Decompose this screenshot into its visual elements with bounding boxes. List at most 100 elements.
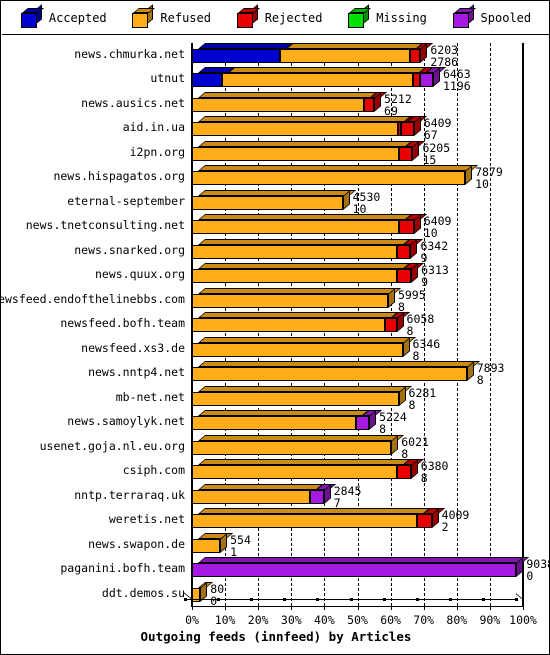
bar-segment-refused <box>192 220 399 235</box>
bar-row[interactable]: eternal-september 4530 10 <box>2 189 549 216</box>
bar-segment-spooled <box>419 73 433 88</box>
x-tick <box>357 606 359 610</box>
bar-segment-top <box>198 214 413 221</box>
bar-row[interactable]: news.swapon.de 554 1 <box>2 532 549 557</box>
bar-segment-top <box>198 312 398 319</box>
y-axis-label: news.swapon.de <box>88 536 185 551</box>
x-tick <box>258 606 260 610</box>
chart-legend: Accepted Refused Rejected Missing Spooled <box>2 2 549 35</box>
bar-side-face <box>516 557 524 578</box>
bar-row[interactable]: news.ausics.net 5212 69 <box>2 91 549 118</box>
bar-row[interactable]: aid.in.ua 6409 67 <box>2 116 549 142</box>
bar-segment-top <box>198 459 410 466</box>
x-tick-back <box>481 598 485 601</box>
x-tick-back <box>415 598 419 601</box>
bar-segment-refused <box>280 49 411 63</box>
x-tick-label: 60% <box>380 613 401 627</box>
bar-row[interactable]: news.snarked.org 6342 9 <box>2 238 549 264</box>
bar-segment-top <box>286 43 424 49</box>
x-tick <box>390 606 392 610</box>
bar-row[interactable]: newsfeed.xs3.de 6346 8 <box>2 336 549 363</box>
y-axis-label: aid.in.ua <box>122 120 185 135</box>
y-axis-label: eternal-september <box>67 193 185 208</box>
bar-value-labels: 6313 9 <box>421 265 449 289</box>
bar-row[interactable]: news.nntp4.net 7893 8 <box>2 361 549 387</box>
legend-item-rejected[interactable]: Rejected <box>236 3 323 28</box>
bar-row[interactable]: weretis.net 4009 2 <box>2 508 549 533</box>
legend-swatch-icon <box>20 3 44 28</box>
x-tick <box>489 606 491 610</box>
bar-value-labels: 6058 8 <box>407 314 435 338</box>
bar-segment-accepted <box>192 73 222 88</box>
bar-row[interactable]: newsfeed.endofthelinebbs.com 5995 8 <box>0 287 549 313</box>
x-tick-label: 100% <box>509 613 537 627</box>
bar-row[interactable]: mb-net.net 6281 8 <box>2 385 549 412</box>
bar-segment-refused <box>192 171 466 186</box>
x-tick-back <box>283 598 287 601</box>
y-axis-label: news.samoylyk.net <box>67 414 185 429</box>
x-tick-label: 0% <box>185 613 199 627</box>
bar-row[interactable]: ddt.demos.su 80 0 <box>2 581 549 606</box>
y-axis-label: news.tnetconsulting.net <box>25 218 185 233</box>
x-tick <box>324 606 326 610</box>
bar-value-labels: 6281 8 <box>409 387 437 412</box>
y-axis-label: news.snarked.org <box>74 242 185 257</box>
y-axis-label: news.ausics.net <box>81 95 185 110</box>
bar-value-labels: 4530 10 <box>353 191 381 216</box>
bar-segment-refused <box>192 293 388 308</box>
legend-item-refused[interactable]: Refused <box>132 3 211 28</box>
x-tick-label: 30% <box>280 613 302 627</box>
bar-row[interactable]: paganini.bofh.team 90380 <box>2 557 549 582</box>
legend-item-accepted[interactable]: Accepted <box>20 3 107 28</box>
bar-row[interactable]: utnut 6463 1196 <box>2 67 549 92</box>
bar-value-labels: 7893 8 <box>477 362 505 387</box>
bar-row[interactable]: news.chmurka.net 6203 2786 <box>2 43 549 68</box>
bar-segment-top <box>198 189 356 196</box>
bar-value-labels: 6346 8 <box>413 338 441 363</box>
legend-item-spooled[interactable]: Spooled <box>452 3 532 28</box>
x-tick-label: 80% <box>446 613 468 627</box>
bar-segment-refused <box>192 440 392 455</box>
bar-segment-top <box>198 140 413 147</box>
bar-segment-rejected <box>417 514 432 529</box>
bar-segment-rejected <box>397 244 411 259</box>
legend-label: Spooled <box>480 11 532 25</box>
bar-row[interactable]: i2pn.org 6205 15 <box>2 140 549 167</box>
x-tick-label: 10% <box>214 613 236 627</box>
x-tick-label: 20% <box>247 613 269 627</box>
bar-row[interactable]: news.tnetconsulting.net 6409 10 <box>2 214 549 239</box>
bar-segment-rejected <box>398 220 414 235</box>
bar-value-labels: 2845 7 <box>334 485 362 510</box>
bar-row[interactable]: usenet.goja.nl.eu.org 6021 8 <box>2 434 549 459</box>
bar-row[interactable]: nntp.terraraq.uk 2845 7 <box>2 483 549 510</box>
bar-segment-spooled <box>355 416 370 431</box>
x-tick-back <box>382 598 386 601</box>
bar-row[interactable]: news.quux.org 6313 9 <box>2 263 549 289</box>
legend-label: Rejected <box>264 11 323 25</box>
bar-row[interactable]: news.hispagatos.org 7879 10 <box>2 165 549 190</box>
bar-row[interactable]: newsfeed.bofh.team 6058 8 <box>2 312 549 338</box>
legend-item-missing[interactable]: Missing <box>348 3 427 28</box>
legend-label: Refused <box>160 11 211 25</box>
y-axis-label: csiph.com <box>122 463 185 478</box>
bar-row[interactable]: csiph.com 6380 8 <box>2 459 549 484</box>
bar-segment-refused <box>192 97 365 112</box>
bar-value-labels: 6205 15 <box>422 142 450 167</box>
y-axis-label: newsfeed.endofthelinebbs.com <box>0 291 185 306</box>
bar-segment-top <box>198 43 294 49</box>
bar-row[interactable]: news.samoylyk.net 5224 8 <box>2 410 549 435</box>
bar-segment-refused <box>192 416 356 431</box>
y-axis-label: newsfeed.bofh.team <box>60 316 185 331</box>
bar-value-labels: 5212 69 <box>384 93 412 118</box>
bar-segment-top <box>198 165 479 172</box>
bar-segment-top <box>198 287 402 294</box>
bar-segment-top <box>227 67 427 74</box>
bar-value-labels: 6409 67 <box>424 118 452 142</box>
bar-segment-top <box>198 238 411 245</box>
y-axis-label: news.quux.org <box>94 267 185 282</box>
bar-segment-top <box>198 532 234 539</box>
bar-segment-refused <box>221 73 414 88</box>
legend-swatch-icon <box>348 3 372 28</box>
plot-area: news.chmurka.net 6203 2786 utnut 6463 1196 new… <box>0 35 549 654</box>
x-tick-back <box>349 598 353 601</box>
